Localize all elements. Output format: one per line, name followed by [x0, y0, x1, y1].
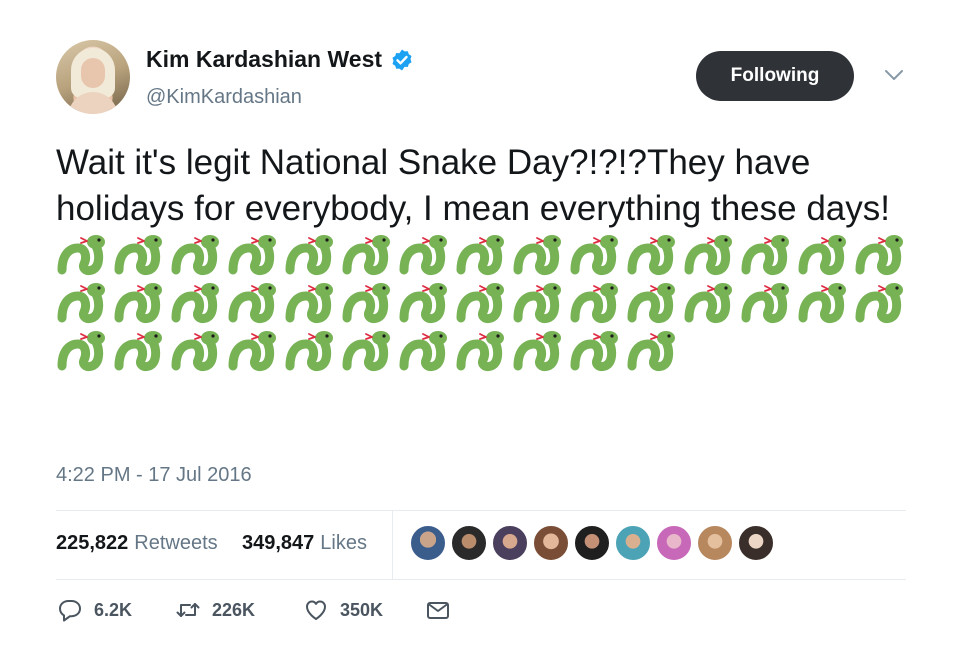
snake-emoji-icon [342, 283, 390, 323]
liker-avatars [410, 525, 774, 561]
snake-emoji-icon [456, 235, 504, 275]
snake-emoji-icon [570, 283, 618, 323]
snake-emoji-icon [114, 283, 162, 323]
snake-emoji-icon [399, 331, 447, 371]
retweets-stat[interactable]: 225,822 Retweets [56, 532, 218, 555]
snake-emoji-icon [570, 235, 618, 275]
verified-badge-icon [392, 49, 412, 70]
avatar-face [81, 58, 105, 88]
snake-emoji-icon [798, 283, 846, 323]
display-name[interactable]: Kim Kardashian West [146, 46, 382, 73]
chevron-down-icon[interactable] [884, 68, 904, 82]
snake-emoji-icon [855, 283, 903, 323]
snake-emoji-icon [684, 235, 732, 275]
like-count: 350K [340, 599, 384, 620]
liker-avatar[interactable] [574, 525, 610, 561]
likes-count: 349,847 [242, 532, 315, 554]
tweet-text: Wait it's legit National Snake Day?!?!?T… [56, 143, 890, 228]
snake-emoji-row [56, 235, 911, 372]
retweets-label: Retweets [134, 532, 218, 554]
snake-emoji-icon [171, 331, 219, 371]
like-button[interactable]: 350K [302, 596, 383, 624]
liker-avatar[interactable] [738, 525, 774, 561]
tweet-header: Kim Kardashian West @KimKardashian Follo… [56, 38, 916, 118]
snake-emoji-icon [228, 235, 276, 275]
following-button[interactable]: Following [696, 51, 854, 101]
engagement-stats: 225,822 Retweets 349,847 Likes [56, 511, 906, 579]
snake-emoji-icon [342, 235, 390, 275]
retweet-button[interactable]: 226K [174, 596, 255, 624]
snake-emoji-icon [228, 331, 276, 371]
liker-avatar[interactable] [697, 525, 733, 561]
snake-emoji-icon [285, 235, 333, 275]
snake-emoji-icon [342, 331, 390, 371]
tweet-timestamp[interactable]: 4:22 PM - 17 Jul 2016 [56, 464, 252, 487]
snake-emoji-icon [171, 283, 219, 323]
liker-avatar[interactable] [656, 525, 692, 561]
snake-emoji-icon [57, 331, 105, 371]
snake-emoji-icon [684, 283, 732, 323]
snake-emoji-icon [513, 235, 561, 275]
tweet-body: Wait it's legit National Snake Day?!?!?T… [56, 140, 916, 376]
snake-emoji-icon [57, 283, 105, 323]
user-handle[interactable]: @KimKardashian [146, 86, 302, 109]
snake-emoji-icon [741, 235, 789, 275]
name-row: Kim Kardashian West [146, 46, 414, 73]
liker-avatar[interactable] [533, 525, 569, 561]
retweets-count: 225,822 [56, 532, 129, 554]
likes-stat[interactable]: 349,847 Likes [242, 532, 367, 555]
liker-avatar[interactable] [451, 525, 487, 561]
retweet-count: 226K [212, 599, 256, 620]
snake-emoji-icon [285, 283, 333, 323]
likes-label: Likes [320, 532, 367, 554]
reply-icon [59, 600, 81, 622]
envelope-icon [427, 602, 449, 619]
snake-emoji-icon [627, 235, 675, 275]
snake-emoji-icon [798, 235, 846, 275]
reply-count: 6.2K [94, 599, 133, 620]
snake-emoji-icon [456, 283, 504, 323]
message-button[interactable] [424, 596, 452, 624]
snake-emoji-icon [114, 235, 162, 275]
snake-emoji-icon [741, 283, 789, 323]
snake-emoji-icon [627, 331, 675, 371]
snake-emoji-icon [513, 283, 561, 323]
stats-separator [392, 511, 393, 579]
snake-emoji-icon [399, 235, 447, 275]
snake-emoji-icon [171, 235, 219, 275]
heart-icon [306, 600, 326, 620]
snake-emoji-icon [285, 331, 333, 371]
tweet-actions: 6.2K 226K 350K [56, 596, 556, 632]
snake-emoji-icon [855, 235, 903, 275]
snake-emoji-icon [570, 331, 618, 371]
liker-avatar[interactable] [410, 525, 446, 561]
snake-emoji-icon [513, 331, 561, 371]
liker-avatar[interactable] [615, 525, 651, 561]
snake-emoji-icon [57, 235, 105, 275]
snake-emoji-icon [114, 331, 162, 371]
retweet-icon [176, 603, 200, 617]
reply-button[interactable]: 6.2K [56, 596, 132, 624]
snake-emoji-icon [456, 331, 504, 371]
snake-emoji-icon [228, 283, 276, 323]
divider [56, 579, 906, 580]
avatar[interactable] [56, 40, 130, 114]
snake-emoji-icon [399, 283, 447, 323]
liker-avatar[interactable] [492, 525, 528, 561]
snake-emoji-icon [627, 283, 675, 323]
